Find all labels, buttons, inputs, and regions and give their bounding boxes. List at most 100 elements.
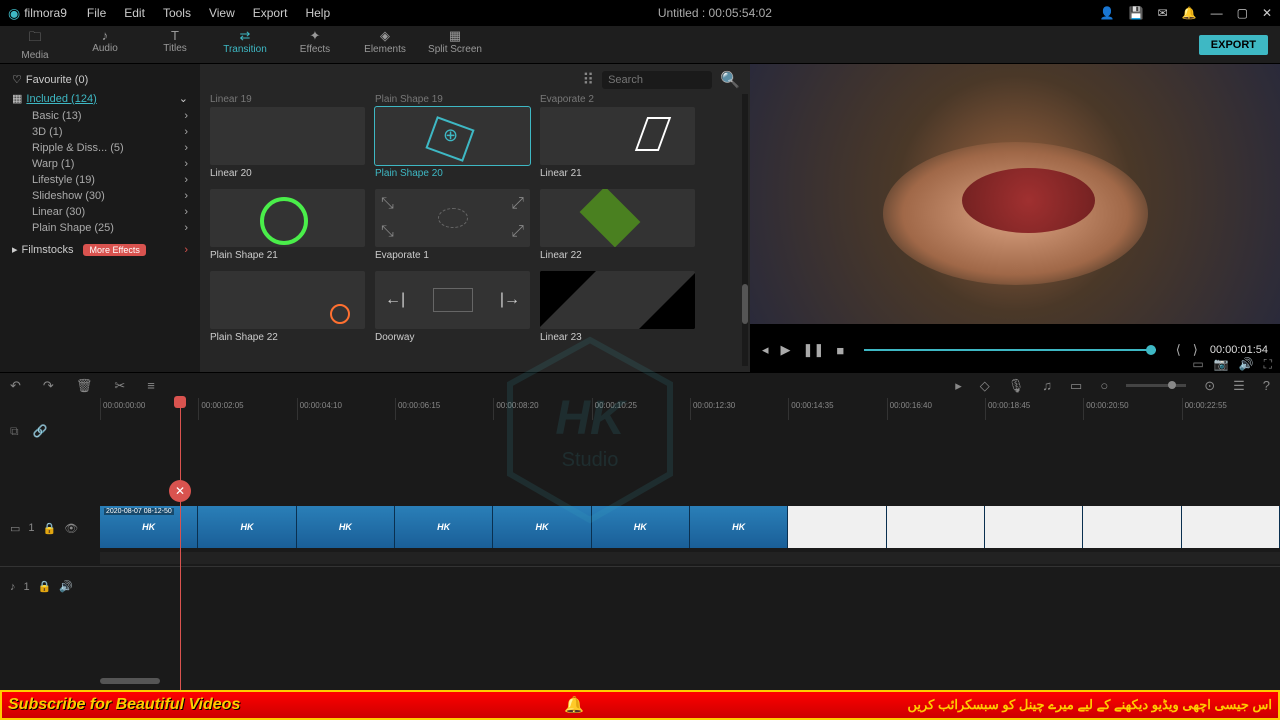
tab-split-screen[interactable]: ▦Split Screen	[420, 25, 490, 64]
tab-transition[interactable]: ⇄Transition	[210, 25, 280, 64]
pause-icon[interactable]: ❚❚	[803, 342, 825, 358]
redo-icon[interactable]: ↷	[43, 378, 54, 394]
menu-tools[interactable]: Tools	[163, 6, 191, 20]
clip-frame: HK	[592, 506, 690, 548]
export-button[interactable]: EXPORT	[1199, 35, 1268, 55]
link-icon[interactable]: 🔗	[33, 424, 48, 439]
mark-out-icon[interactable]: ⟩	[1193, 342, 1198, 358]
tab-titles[interactable]: TTitles	[140, 25, 210, 64]
render-icon[interactable]: ▸	[955, 378, 962, 394]
timeline-toolbar: ↶ ↷ 🗑 ✂ ≡ ▸ ◇ 🎙 ♫ ▭ ○ ⊙ ☰ ?	[0, 372, 1280, 398]
playback-controls: ◂ ▶ ❚❚ ■ ⟨ ⟩ 00:00:01:54	[750, 342, 1280, 358]
transition-thumb[interactable]: Plain Shape 21	[210, 189, 365, 261]
snapshot-icon[interactable]: 📷	[1214, 357, 1229, 372]
playhead-close-icon[interactable]: ✕	[169, 480, 191, 502]
menu-view[interactable]: View	[209, 6, 235, 20]
clip-frame	[985, 506, 1083, 548]
banner-urdu: اس جیسی اچھی ویڈیو دیکھنے کے لیے میرے چی…	[907, 697, 1272, 713]
menu-edit[interactable]: Edit	[124, 6, 145, 20]
undo-icon[interactable]: ↶	[10, 378, 21, 394]
sidebar-sub[interactable]: Basic (13)›	[8, 108, 192, 124]
user-icon[interactable]: 👤	[1100, 6, 1115, 20]
transition-thumb[interactable]: ⊕Plain Shape 20	[375, 107, 530, 179]
split-icon[interactable]: ✂	[114, 378, 125, 394]
transition-thumb[interactable]: Linear 20	[210, 107, 365, 179]
preview-viewport[interactable]	[750, 64, 1280, 324]
zoom-slider[interactable]	[1126, 384, 1186, 387]
marker-icon[interactable]: ◇	[980, 378, 990, 394]
sidebar-included[interactable]: ▦ Included (124) ⌄	[8, 89, 192, 108]
eye-icon[interactable]: 👁	[64, 522, 78, 535]
menu-file[interactable]: File	[87, 6, 106, 20]
prev-frame-icon[interactable]: ◂	[762, 342, 769, 358]
menu-help[interactable]: Help	[305, 6, 330, 20]
transition-thumb[interactable]: ⤡⤢⤡⤢Evaporate 1	[375, 189, 530, 261]
ruler-mark: 00:00:08:20	[493, 398, 591, 420]
track-head-audio[interactable]: ♪ 1 🔒 🔊	[0, 567, 100, 606]
sidebar-sub[interactable]: Linear (30)›	[8, 204, 192, 220]
notify-icon[interactable]: 🔔	[1182, 6, 1197, 20]
audio-track-lane[interactable]	[100, 567, 1280, 606]
stop-icon[interactable]: ■	[836, 343, 844, 358]
preview-scrubber[interactable]	[864, 349, 1156, 351]
minimize-icon[interactable]: —	[1211, 6, 1223, 20]
sidebar-sub[interactable]: Ripple & Diss... (5)›	[8, 140, 192, 156]
ruler-mark: 00:00:04:10	[297, 398, 395, 420]
lock-icon[interactable]: 🔒	[38, 580, 52, 593]
sidebar-favourite[interactable]: ♡ Favourite (0)	[8, 70, 192, 89]
ratio-icon[interactable]: ▭	[1070, 378, 1082, 394]
timeline-hscroll[interactable]	[100, 678, 160, 684]
main-menu: File Edit Tools View Export Help	[87, 6, 330, 20]
track-head-video[interactable]: ▭ 1 🔒 👁	[0, 500, 100, 556]
sidebar-sub[interactable]: 3D (1)›	[8, 124, 192, 140]
speaker-icon[interactable]: 🔊	[59, 580, 73, 593]
tab-audio[interactable]: ♪Audio	[70, 25, 140, 64]
record-icon[interactable]: ○	[1100, 378, 1108, 393]
help-icon[interactable]: ?	[1263, 378, 1270, 393]
sidebar-sub[interactable]: Plain Shape (25)›	[8, 220, 192, 236]
transition-thumb[interactable]: Linear 21	[540, 107, 695, 179]
video-track-lane[interactable]: 2020-08-07 08-12-50 HKHKHKHKHKHKHK	[100, 500, 1280, 556]
grid-view-icon[interactable]: ⠿	[582, 70, 594, 90]
track-manage-icon[interactable]: ☰	[1233, 378, 1245, 394]
volume-icon[interactable]: 🔊	[1239, 357, 1254, 372]
tab-effects[interactable]: ✦Effects	[280, 25, 350, 64]
delete-icon[interactable]: 🗑	[76, 378, 93, 394]
playhead[interactable]: ✕	[180, 398, 181, 690]
play-icon[interactable]: ▶	[781, 342, 791, 358]
save-icon[interactable]: 💾	[1129, 6, 1144, 20]
sidebar-filmstocks[interactable]: ▸ Filmstocks More Effects ›	[8, 240, 192, 259]
chevron-down-icon: ⌄	[179, 92, 188, 105]
voiceover-icon[interactable]: 🎙	[1008, 378, 1025, 394]
browser-scrollbar[interactable]	[742, 94, 748, 366]
maximize-icon[interactable]: ▢	[1237, 6, 1248, 20]
more-effects-badge[interactable]: More Effects	[83, 244, 145, 256]
search-input[interactable]	[602, 71, 712, 89]
sidebar-sub[interactable]: Warp (1)›	[8, 156, 192, 172]
mark-in-icon[interactable]: ⟨	[1176, 342, 1181, 358]
tab-elements[interactable]: ◈Elements	[350, 25, 420, 64]
clip-frame	[788, 506, 886, 548]
transition-thumb[interactable]: Linear 23	[540, 271, 695, 343]
mixer-icon[interactable]: ♫	[1042, 378, 1052, 393]
transition-thumb[interactable]: Plain Shape 22	[210, 271, 365, 343]
thumb-label-top: Plain Shape 19	[375, 94, 530, 105]
window-buttons: 👤 💾 ✉ 🔔 — ▢ ✕	[1100, 6, 1272, 20]
transition-thumb[interactable]: ←||→Doorway	[375, 271, 530, 343]
arrow-right-icon: ›	[184, 244, 188, 256]
fit-icon[interactable]: ⊙	[1204, 378, 1215, 394]
adjust-icon[interactable]: ≡	[147, 378, 155, 393]
mail-icon[interactable]: ✉	[1158, 6, 1168, 20]
tab-media[interactable]: 🗀Media	[0, 25, 70, 64]
quality-icon[interactable]: ▭	[1192, 357, 1203, 372]
sidebar-sub[interactable]: Slideshow (30)›	[8, 188, 192, 204]
search-icon[interactable]: 🔍	[720, 70, 740, 90]
fullscreen-icon[interactable]: ⛶	[1264, 357, 1272, 372]
menu-export[interactable]: Export	[253, 6, 288, 20]
close-icon[interactable]: ✕	[1262, 6, 1272, 20]
lock-icon[interactable]: 🔒	[43, 522, 57, 535]
magnet-icon[interactable]: ⧉	[10, 424, 19, 439]
sidebar-sub[interactable]: Lifestyle (19)›	[8, 172, 192, 188]
timeline-ruler[interactable]: 00:00:00:0000:00:02:0500:00:04:1000:00:0…	[0, 398, 1280, 420]
transition-thumb[interactable]: Linear 22	[540, 189, 695, 261]
